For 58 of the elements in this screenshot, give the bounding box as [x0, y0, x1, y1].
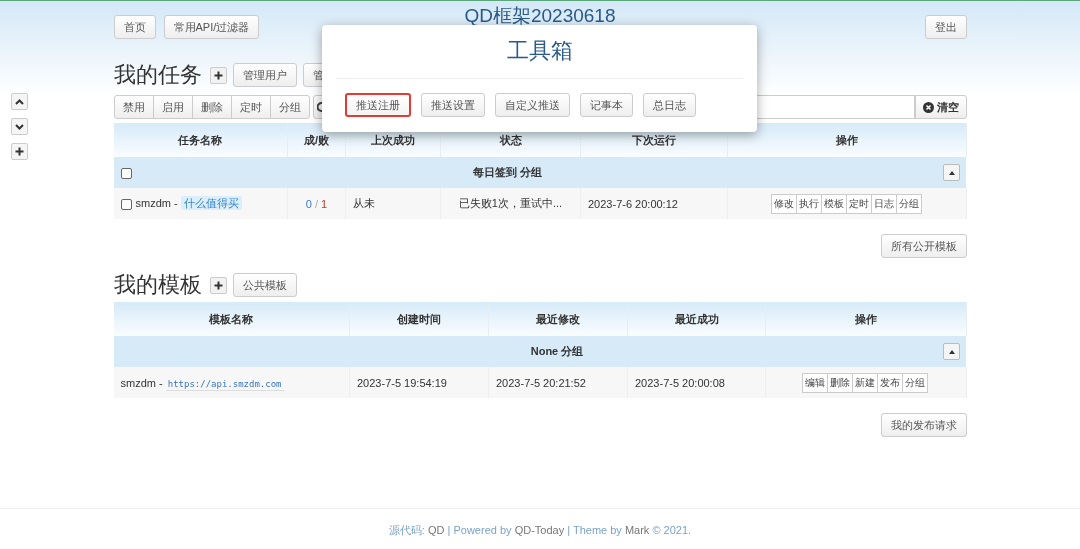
table-cell: 2023-7-5 20:00:08	[635, 376, 725, 389]
action-button[interactable]: 定时	[845, 193, 872, 214]
column-header: 操作	[727, 123, 966, 157]
footer-text: 源代码: QD | Powered by QD-Today | Theme by Mark © 2021.	[388, 523, 692, 538]
dialog-title: 工具箱	[505, 37, 574, 65]
action-button[interactable]: 编辑	[802, 372, 829, 393]
template-link[interactable]: https://api.smzdm.com	[165, 377, 284, 391]
column-header: 创建时间	[349, 302, 489, 336]
public-template-button[interactable]: 公共模板	[232, 273, 297, 297]
table-cell: 已失败1次，重试中...	[458, 197, 563, 209]
toolbar-button[interactable]: 定时	[230, 95, 271, 119]
tool-button[interactable]: 记事本	[580, 93, 633, 117]
group-name: 每日签到 分组	[472, 166, 543, 178]
action-button[interactable]: 执行	[795, 193, 822, 214]
toolbar-button[interactable]: 分组	[269, 95, 310, 119]
manage-button[interactable]: 管理用户	[232, 63, 297, 87]
column-header: 最近修改	[488, 302, 628, 336]
tool-button[interactable]: 推送设置	[421, 93, 485, 117]
action-button[interactable]: 分组	[895, 193, 922, 214]
action-button[interactable]: 修改	[770, 193, 797, 214]
action-button[interactable]: 日志	[870, 193, 897, 214]
action-button[interactable]: 删除	[827, 372, 854, 393]
success-count: 0	[305, 197, 312, 210]
nav-button[interactable]: 首页	[113, 15, 156, 39]
clear-button[interactable]: 清空	[914, 95, 967, 119]
fail-count: 1	[321, 197, 328, 210]
toolbar-button[interactable]: 禁用	[113, 95, 154, 119]
footer-link[interactable]: QD	[428, 524, 445, 536]
count-divider: /	[314, 197, 319, 210]
column-header: 模板名称	[113, 302, 350, 336]
column-header: 最近成功	[627, 302, 766, 336]
action-button[interactable]: 新建	[852, 372, 879, 393]
column-header: 操作	[765, 302, 966, 336]
nav-button[interactable]: 常用API/过滤器	[163, 15, 260, 39]
footer-link[interactable]: Mark	[624, 524, 650, 536]
public-templates-button[interactable]: 所有公开模板	[880, 234, 967, 258]
tool-button[interactable]: 自定义推送	[495, 93, 570, 117]
tool-button[interactable]: 推送注册	[345, 93, 411, 117]
toolbar-button[interactable]: 启用	[152, 95, 193, 119]
action-button[interactable]: 模板	[820, 193, 847, 214]
task-name: smzdm -	[135, 197, 178, 209]
page-title: QD框架20230618	[464, 6, 616, 25]
table-cell: 2023-7-5 20:21:52	[496, 376, 586, 389]
action-button[interactable]: 分组	[902, 372, 929, 393]
table-cell: 2023-7-5 19:54:19	[357, 376, 447, 389]
section-title: 我的模板	[113, 271, 202, 299]
tool-button[interactable]: 总日志	[643, 93, 696, 117]
column-header: 任务名称	[113, 123, 288, 157]
publish-requests-button[interactable]: 我的发布请求	[880, 413, 967, 437]
template-name: smzdm -	[120, 376, 163, 389]
table-cell: 2023-7-6 20:00:12	[588, 197, 678, 210]
footer-link[interactable]: QD-Today	[514, 524, 565, 536]
group-name: None 分组	[530, 345, 584, 357]
section-title: 我的任务	[113, 61, 202, 89]
toolbar-button[interactable]: 删除	[191, 95, 232, 119]
action-button[interactable]: 发布	[877, 372, 904, 393]
table-cell: 从未	[353, 197, 375, 209]
logout-button[interactable]: 登出	[924, 15, 967, 39]
